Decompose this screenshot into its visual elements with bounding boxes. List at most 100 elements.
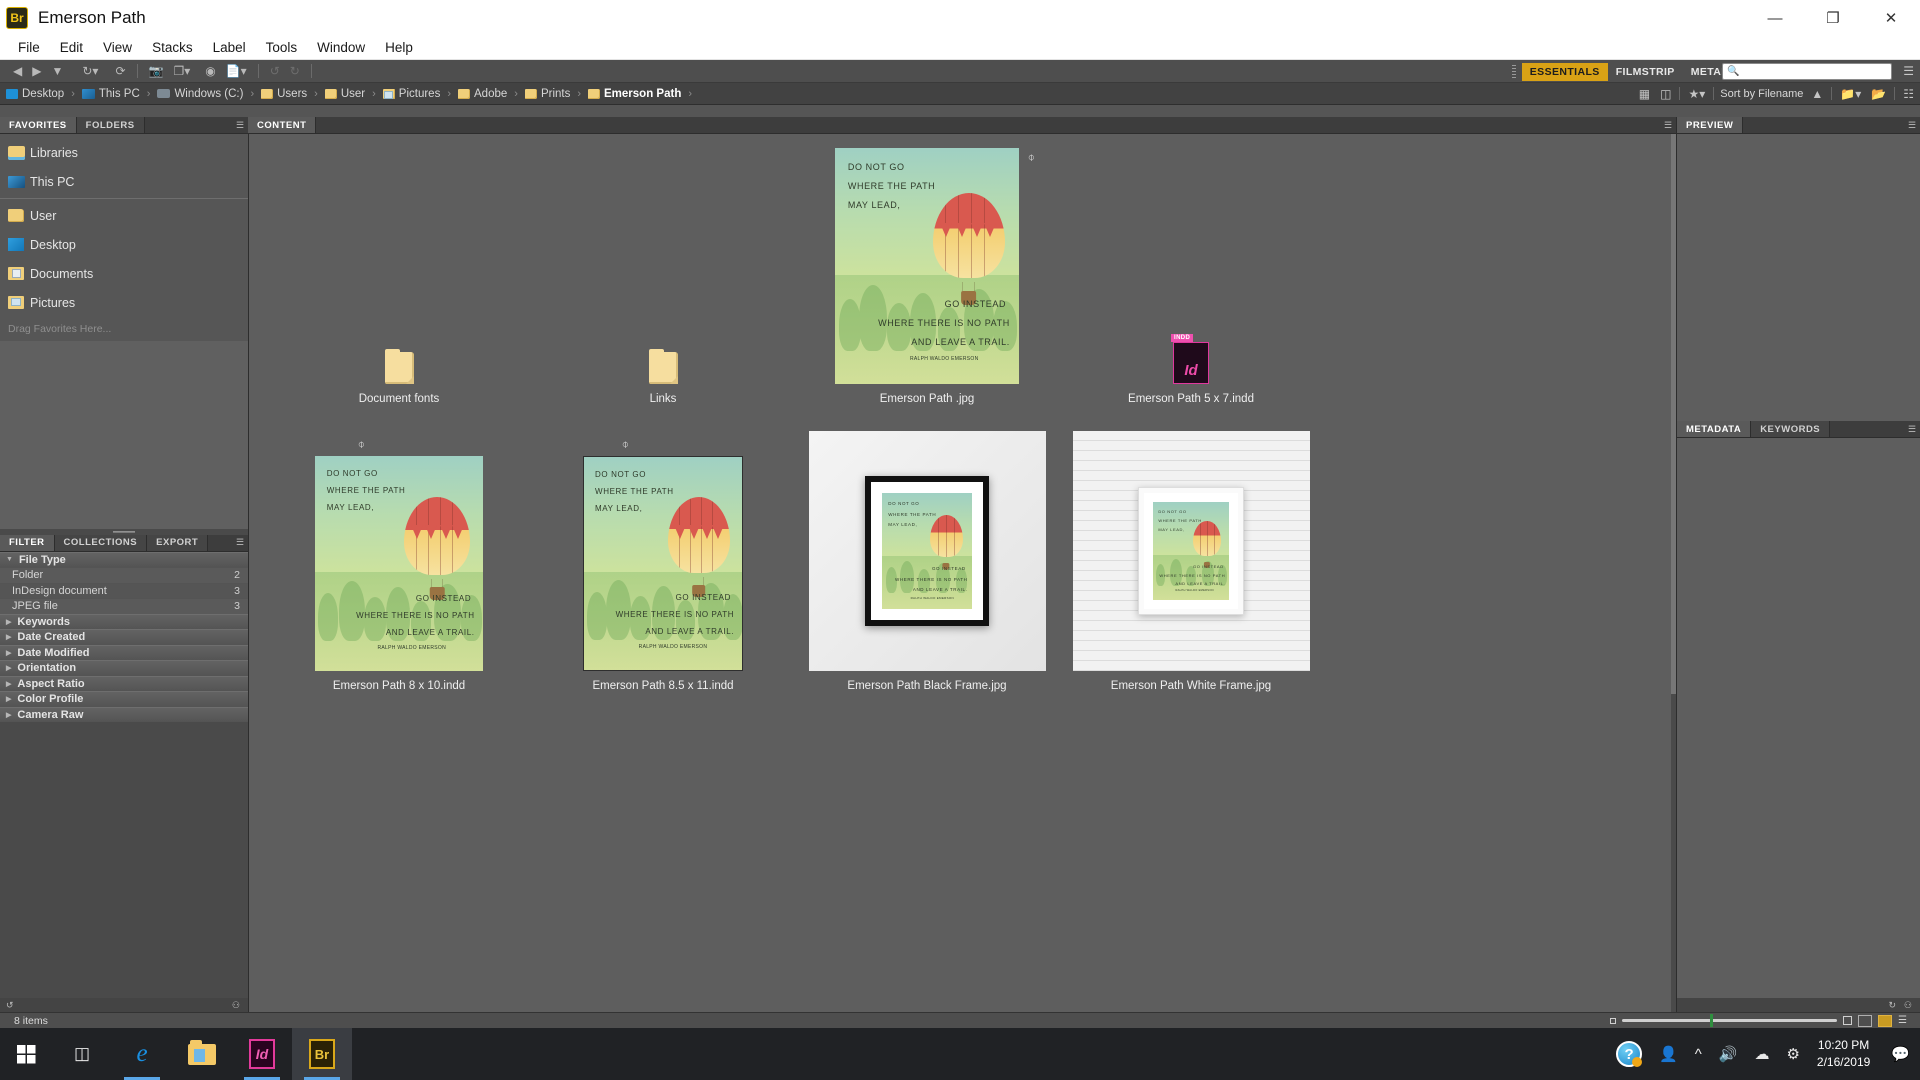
back-arrow-icon[interactable]: ◀ (8, 60, 27, 83)
taskbar-app-bridge[interactable]: Br (292, 1028, 352, 1080)
taskbar-app-file-explorer[interactable] (172, 1028, 232, 1080)
favorite-item-documents[interactable]: Documents (0, 259, 248, 288)
menu-edit[interactable]: Edit (50, 40, 93, 55)
clear-filter-icon[interactable]: ↺ (6, 1000, 14, 1011)
tab-metadata[interactable]: METADATA (1677, 421, 1751, 437)
metadata-panel-menu-icon[interactable]: ☰ (1904, 421, 1920, 437)
panel-menu-icon[interactable]: ☰ (232, 117, 248, 133)
taskbar-app-indesign[interactable]: Id (232, 1028, 292, 1080)
filter-group-date-created[interactable]: ▶ Date Created (0, 629, 248, 645)
breadcrumb-item-users[interactable]: Users (261, 88, 307, 100)
quick-preview-badge-icon[interactable]: ⌽ (622, 437, 629, 452)
quick-preview-badge-icon[interactable]: ⌽ (1028, 150, 1035, 165)
breadcrumb-item-adobe[interactable]: Adobe (458, 88, 507, 100)
action-center-icon[interactable]: 💬 (1891, 1045, 1910, 1063)
content-view-button[interactable] (1878, 1015, 1892, 1027)
sort-direction-icon[interactable]: ▲ (1809, 87, 1825, 101)
tab-favorites[interactable]: FAVORITES (0, 117, 77, 133)
workspace-filmstrip[interactable]: FILMSTRIP (1608, 63, 1683, 81)
menu-help[interactable]: Help (375, 40, 423, 55)
breadcrumb-item-this-pc[interactable]: This PC (82, 88, 140, 100)
filter-group-color-profile[interactable]: ▶ Color Profile (0, 691, 248, 707)
search-input[interactable] (1739, 66, 1887, 78)
image-thumbnail[interactable]: Do not go where the path may lead, go in… (795, 144, 1059, 384)
content-panel-menu-icon[interactable]: ☰ (1660, 117, 1676, 133)
maximize-button[interactable]: ❐ (1804, 0, 1862, 36)
taskbar-app-edge[interactable]: e (112, 1028, 172, 1080)
new-folder-icon[interactable]: 📁▾ (1838, 87, 1863, 101)
content-scrollbar-thumb[interactable] (1671, 134, 1676, 694)
folder-thumbnail[interactable] (267, 144, 531, 384)
start-button[interactable] (0, 1045, 52, 1064)
list-view-icon[interactable]: ◫ (1658, 87, 1673, 101)
favorite-item-desktop[interactable]: Desktop (0, 230, 248, 259)
close-button[interactable]: ✕ (1862, 0, 1920, 36)
folder-thumbnail[interactable] (531, 144, 795, 384)
favorite-item-pictures[interactable]: Pictures (0, 288, 248, 317)
thumbnail-cell[interactable]: INDD Id Emerson Path 5 x 7.indd (1059, 144, 1323, 431)
thumbnail-size-slider-knob[interactable] (1710, 1014, 1713, 1027)
create-folder-icon[interactable]: 📂 (1869, 87, 1888, 101)
breadcrumb-item-emerson-path[interactable]: Emerson Path (588, 88, 681, 100)
output-file-icon[interactable]: 📄▾ (221, 60, 252, 83)
get-photos-camera-icon[interactable]: 📷 (144, 60, 169, 83)
filter-item-indesign-document[interactable]: InDesign document 3 (0, 583, 248, 599)
workspace-grip-handle[interactable] (1512, 65, 1516, 79)
smaller-thumbnail-icon[interactable] (1610, 1018, 1616, 1024)
forward-arrow-icon[interactable]: ▶ (27, 60, 46, 83)
preview-panel-menu-icon[interactable]: ☰ (1904, 117, 1920, 133)
people-icon[interactable]: 👤 (1659, 1045, 1678, 1063)
recent-dropdown-icon[interactable]: ▼ (46, 60, 68, 83)
open-camera-raw-icon[interactable]: ◉ (195, 60, 220, 83)
metadata-delete-icon[interactable]: ⚇ (1904, 1000, 1912, 1011)
sort-label[interactable]: Sort by Filename (1720, 88, 1803, 100)
rotate-left-icon[interactable]: ↺ (265, 60, 285, 83)
larger-thumbnail-icon[interactable] (1843, 1016, 1852, 1025)
menu-label[interactable]: Label (203, 40, 256, 55)
breadcrumb-item-windows-c[interactable]: Windows (C:) (157, 88, 243, 100)
tab-preview[interactable]: PREVIEW (1677, 117, 1743, 133)
delete-filter-icon[interactable]: ⚇ (232, 1000, 240, 1011)
tab-folders[interactable]: FOLDERS (77, 117, 145, 133)
onedrive-icon[interactable]: ☁ (1754, 1045, 1769, 1063)
thumbnail-cell[interactable]: ⌽ (795, 144, 1059, 431)
favorite-item-this-pc[interactable]: This PC (0, 167, 248, 196)
breadcrumb-item-user[interactable]: User (325, 88, 365, 100)
content-scrollbar[interactable] (1671, 134, 1676, 1012)
filter-group-file-type[interactable]: ▼ File Type (0, 552, 248, 568)
rotate-ccw-icon[interactable]: ↻▾ (68, 60, 103, 83)
filter-group-date-modified[interactable]: ▶ Date Modified (0, 645, 248, 661)
thumbnail-size-slider[interactable] (1622, 1019, 1837, 1022)
favorite-item-libraries[interactable]: Libraries (0, 138, 248, 167)
tab-filter[interactable]: FILTER (0, 535, 55, 551)
menu-window[interactable]: Window (307, 40, 375, 55)
menu-view[interactable]: View (93, 40, 142, 55)
thumbnail-cell[interactable]: ⌽ (267, 431, 531, 718)
filter-item-folder[interactable]: Folder 2 (0, 567, 248, 583)
refine-copies-icon[interactable]: ❐▾ (168, 60, 195, 83)
search-box[interactable]: 🔍 (1722, 63, 1892, 80)
tab-content[interactable]: CONTENT (248, 117, 316, 133)
filter-group-orientation[interactable]: ▶ Orientation (0, 660, 248, 676)
tab-keywords[interactable]: KEYWORDS (1751, 421, 1830, 437)
image-thumbnail[interactable]: Do not go where the path may lead, go in… (1059, 431, 1323, 671)
filter-group-camera-raw[interactable]: ▶ Camera Raw (0, 707, 248, 723)
task-view-button[interactable]: ◫ (52, 1028, 112, 1080)
content-thumbnail-area[interactable]: Document fonts Links ⌽ (248, 134, 1676, 1012)
thumbnail-cell[interactable]: Document fonts (267, 144, 531, 431)
menu-file[interactable]: File (8, 40, 50, 55)
details-view-button[interactable]: ☰ (1898, 1015, 1912, 1027)
network-icon[interactable]: ⚙ (1786, 1045, 1799, 1063)
taskbar-clock[interactable]: 10:20 PM 2/16/2019 (1817, 1037, 1874, 1072)
filter-panel-menu-icon[interactable]: ☰ (232, 535, 248, 551)
grid-view-icon[interactable]: ▦ (1637, 87, 1652, 101)
breadcrumb-item-prints[interactable]: Prints (525, 88, 570, 100)
thumbnail-cell[interactable]: Do not go where the path may lead, go in… (795, 431, 1059, 718)
thumbnail-cell[interactable]: Links (531, 144, 795, 431)
metadata-refresh-icon[interactable]: ↻ (1888, 1000, 1896, 1011)
quick-preview-badge-icon[interactable]: ⌽ (358, 437, 365, 452)
volume-icon[interactable]: 🔊 (1719, 1045, 1738, 1063)
boomerang-icon[interactable]: ⟳ (103, 60, 130, 83)
switch-compact-icon[interactable]: ☷ (1901, 87, 1916, 101)
thumbnail-cell[interactable]: ⌽ (531, 431, 795, 718)
